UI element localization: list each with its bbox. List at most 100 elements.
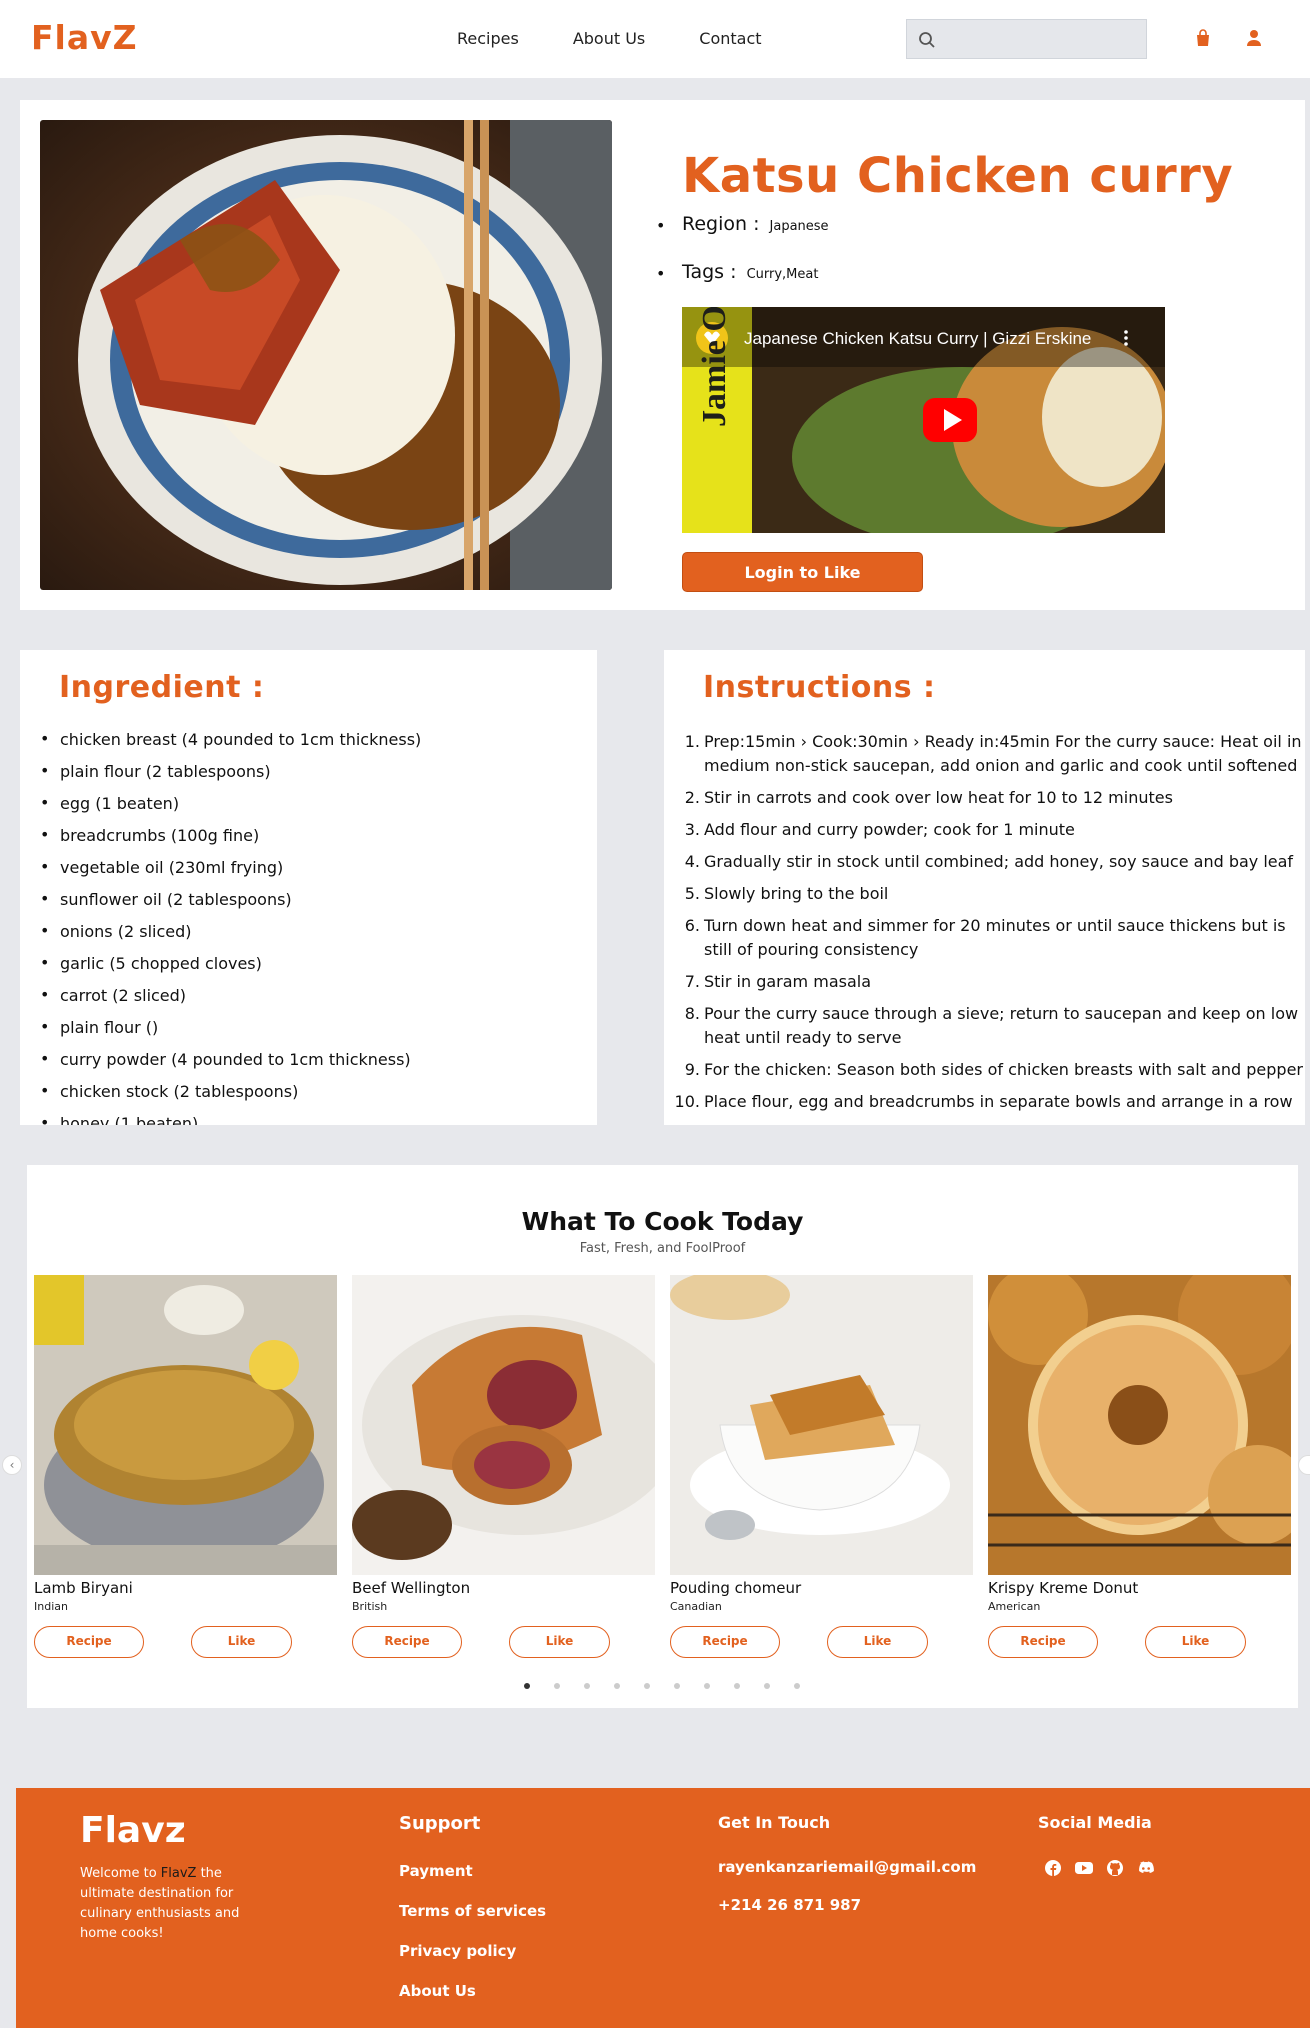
instruction-step: 8. Pour the curry sauce through a sieve; … xyxy=(684,1004,1299,1047)
nav-links: Recipes About Us Contact xyxy=(457,29,762,48)
carousel-dot[interactable] xyxy=(584,1683,590,1689)
recipe-card-image[interactable] xyxy=(670,1275,973,1575)
instructions-panel: Instructions : 1. Prep:15min › Cook:30min… xyxy=(664,650,1305,1125)
instruction-step: 3. Add flour and curry powder; cook for 1… xyxy=(684,820,1075,839)
carousel-dot[interactable] xyxy=(704,1683,710,1689)
recipe-card-image[interactable] xyxy=(34,1275,337,1575)
facebook-icon[interactable] xyxy=(1045,1860,1061,1876)
recipe-card: Lamb Biryani Indian Recipe Like xyxy=(34,1275,337,1658)
footer-link-privacy[interactable]: Privacy policy xyxy=(399,1942,516,1960)
ingredients-panel: Ingredient : chicken breast (4 pounded t… xyxy=(20,650,597,1125)
user-icon[interactable] xyxy=(1246,29,1262,47)
tags-label: Tags : xyxy=(682,261,737,283)
tags-value: Curry,Meat xyxy=(746,267,819,282)
shopping-bag-icon[interactable] xyxy=(1195,29,1211,47)
recipe-button[interactable]: Recipe xyxy=(670,1626,780,1658)
instruction-step: 4. Gradually stir in stock until combined… xyxy=(684,852,1294,871)
ingredient-item: vegetable oil (230ml frying) xyxy=(40,857,421,890)
carousel-dot[interactable] xyxy=(614,1683,620,1689)
carousel-next-arrow-icon[interactable] xyxy=(1298,1455,1310,1475)
footer-brand: FlavZ xyxy=(160,1866,197,1881)
recipe-card: Krispy Kreme Donut American Recipe Like xyxy=(988,1275,1291,1658)
like-button[interactable]: Like xyxy=(827,1626,928,1658)
section-title: What To Cook Today xyxy=(521,1207,804,1236)
carousel-dot[interactable] xyxy=(734,1683,740,1689)
recipe-card-image[interactable] xyxy=(988,1275,1291,1575)
recipe-region: • Region : Japanese xyxy=(656,213,829,235)
what-to-cook-section: What To Cook Today Fast, Fresh, and Fool… xyxy=(27,1165,1298,1708)
like-button[interactable]: Like xyxy=(191,1626,292,1658)
recipe-button[interactable]: Recipe xyxy=(34,1626,144,1658)
nav-link-contact[interactable]: Contact xyxy=(699,29,761,48)
ingredient-item: garlic (5 chopped cloves) xyxy=(40,953,421,986)
discord-icon[interactable] xyxy=(1137,1860,1155,1876)
ingredient-item: egg (1 beaten) xyxy=(40,793,421,826)
carousel-dot[interactable] xyxy=(644,1683,650,1689)
contact-phone[interactable]: +214 26 871 987 xyxy=(718,1896,861,1914)
recipe-button[interactable]: Recipe xyxy=(988,1626,1098,1658)
footer-link-terms[interactable]: Terms of services xyxy=(399,1902,546,1920)
ingredient-item: plain flour (2 tablespoons) xyxy=(40,761,421,794)
github-icon[interactable] xyxy=(1107,1860,1123,1876)
ingredient-item: chicken stock (2 tablespoons) xyxy=(40,1081,421,1114)
social-icons xyxy=(1045,1860,1155,1876)
carousel-prev-arrow-icon[interactable]: ‹ xyxy=(2,1455,22,1475)
footer-link-about[interactable]: About Us xyxy=(399,1982,476,2000)
video-player[interactable]: Jamie Oli Japanese Chicken Katsu Curry |… xyxy=(682,307,1165,533)
recipe-card-name: Pouding chomeur xyxy=(670,1579,802,1597)
contact-email[interactable]: rayenkanzariemail@gmail.com xyxy=(718,1858,976,1876)
recipe-title: Katsu Chicken curry xyxy=(682,148,1234,204)
carousel-dot[interactable] xyxy=(764,1683,770,1689)
region-label: Region : xyxy=(682,213,760,235)
footer-link-payment[interactable]: Payment xyxy=(399,1862,473,1880)
navbar: FlavZ Recipes About Us Contact xyxy=(0,0,1310,78)
carousel-dot[interactable] xyxy=(524,1683,530,1689)
search-input[interactable] xyxy=(906,19,1147,59)
ingredient-item: curry powder (4 pounded to 1cm thickness… xyxy=(40,1049,421,1082)
recipe-hero: Katsu Chicken curry • Region : Japanese … xyxy=(20,100,1305,610)
instruction-step: 6. Turn down heat and simmer for 20 minut… xyxy=(684,916,1286,959)
recipe-tags: • Tags : Curry,Meat xyxy=(656,261,819,283)
recipe-card-name: Krispy Kreme Donut xyxy=(988,1579,1139,1597)
section-subtitle: Fast, Fresh, and FoolProof xyxy=(579,1241,746,1256)
youtube-icon[interactable] xyxy=(1075,1860,1093,1876)
like-button[interactable]: Like xyxy=(509,1626,610,1658)
ingredient-item: honey (1 beaten) xyxy=(40,1113,421,1125)
nav-link-recipes[interactable]: Recipes xyxy=(457,29,519,48)
carousel-dot[interactable] xyxy=(794,1683,800,1689)
search-icon xyxy=(919,32,935,48)
instructions-title: Instructions : xyxy=(703,670,936,705)
login-to-like-button[interactable]: Login to Like xyxy=(682,552,923,592)
instruction-step: 5. Slowly bring to the boil xyxy=(684,884,889,903)
recipe-card-image[interactable] xyxy=(352,1275,655,1575)
carousel-pagination xyxy=(524,1683,800,1689)
ingredient-item: breadcrumbs (100g fine) xyxy=(40,825,421,858)
footer-logo[interactable]: Flavz xyxy=(80,1810,186,1851)
footer-welcome-text: Welcome to FlavZ the ultimate destinatio… xyxy=(80,1866,240,1941)
instruction-step: 1. Prep:15min › Cook:30min › Ready in:45m… xyxy=(684,732,1302,775)
ingredient-item: chicken breast (4 pounded to 1cm thickne… xyxy=(40,729,421,762)
instruction-step: 10. Place flour, egg and breadcrumbs in s… xyxy=(674,1092,1293,1111)
recipe-card-region: Canadian xyxy=(670,1600,722,1613)
instructions-list: 1. Prep:15min › Cook:30min › Ready in:45m… xyxy=(674,730,1304,1122)
video-title[interactable]: Japanese Chicken Katsu Curry | Gizzi Ers… xyxy=(744,329,1091,349)
footer: Flavz Welcome to FlavZ the ultimate dest… xyxy=(16,1788,1310,2028)
social-title: Social Media xyxy=(1038,1813,1152,1832)
like-button[interactable]: Like xyxy=(1145,1626,1246,1658)
recipe-card-region: British xyxy=(352,1600,388,1613)
recipe-button[interactable]: Recipe xyxy=(352,1626,462,1658)
ingredient-item: carrot (2 sliced) xyxy=(40,985,421,1018)
ingredients-title: Ingredient : xyxy=(59,670,265,705)
ingredients-list: chicken breast (4 pounded to 1cm thickne… xyxy=(40,729,421,1125)
recipe-card-name: Beef Wellington xyxy=(352,1579,471,1597)
carousel-dot[interactable] xyxy=(674,1683,680,1689)
nav-link-about[interactable]: About Us xyxy=(573,29,645,48)
instruction-step: 7. Stir in garam masala xyxy=(684,972,872,991)
region-value: Japanese xyxy=(769,219,829,234)
recipe-card: Beef Wellington British Recipe Like xyxy=(352,1275,655,1658)
logo[interactable]: FlavZ xyxy=(31,18,138,57)
recipe-card-region: Indian xyxy=(34,1600,68,1613)
support-title: Support xyxy=(399,1813,481,1834)
carousel-dot[interactable] xyxy=(554,1683,560,1689)
ingredient-item: onions (2 sliced) xyxy=(40,921,421,954)
